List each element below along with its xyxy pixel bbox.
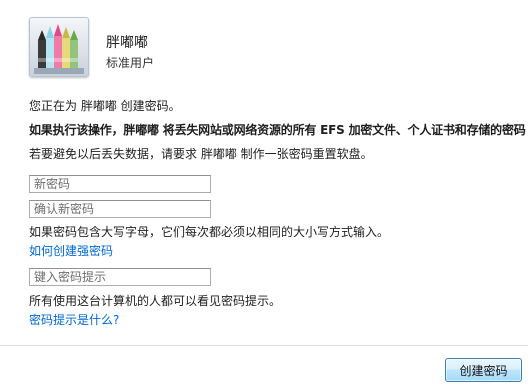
- case-sensitivity-note: 如果密码包含大写字母，它们每次都必须以相同的大小写方式输入。: [29, 225, 390, 239]
- warning-text: 如果执行该操作，胖嘟嘟 将丢失网站或网络资源的所有 EFS 加密文件、个人证书和…: [29, 123, 526, 137]
- create-password-button[interactable]: 创建密码: [445, 358, 522, 382]
- hint-visibility-note: 所有使用这台计算机的人都可以看见密码提示。: [29, 294, 282, 308]
- password-hint-field[interactable]: [29, 268, 211, 286]
- confirm-password-field[interactable]: [29, 200, 211, 218]
- intro-text: 您正在为 胖嘟嘟 创建密码。: [29, 99, 181, 113]
- what-is-hint-link[interactable]: 密码提示是什么?: [29, 311, 119, 328]
- reset-disk-tip: 若要避免以后丢失数据，请要求 胖嘟嘟 制作一张密码重置软盘。: [29, 147, 373, 161]
- user-avatar-icon: [29, 17, 89, 77]
- footer-divider: [0, 345, 528, 346]
- user-name: 胖嘟嘟: [106, 35, 148, 51]
- new-password-field[interactable]: [29, 175, 211, 193]
- user-account-type: 标准用户: [106, 56, 155, 70]
- strong-password-link[interactable]: 如何创建强密码: [29, 242, 113, 259]
